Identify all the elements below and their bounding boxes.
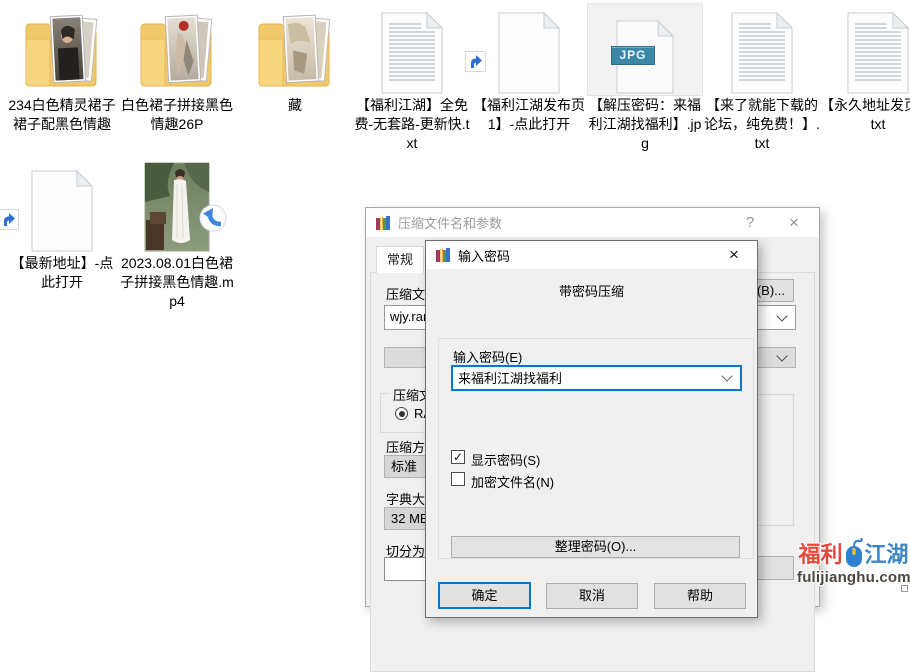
file-name: 白色裙子拼接黑色情趣26P bbox=[119, 96, 235, 134]
format-rar-radio[interactable] bbox=[395, 407, 408, 420]
corner-mark bbox=[901, 585, 908, 592]
dictionary-label: 字典大 bbox=[386, 489, 425, 508]
shortcut-arrow-icon bbox=[465, 51, 486, 72]
mouse-icon bbox=[844, 538, 864, 568]
archive-name-label: 压缩文 bbox=[386, 284, 425, 303]
text-page-icon bbox=[847, 12, 909, 94]
desktop-item-jpg[interactable]: JPG 【解压密码：来福利江湖找福利】.jpg bbox=[587, 6, 703, 153]
watermark-text-fuli: 福利 bbox=[798, 537, 842, 569]
chevron-down-icon[interactable] bbox=[776, 310, 787, 321]
password-dialog-titlebar[interactable]: 输入密码 × bbox=[426, 241, 757, 269]
organize-passwords-button[interactable]: 整理密码(O)... bbox=[451, 536, 740, 558]
close-icon[interactable]: × bbox=[777, 208, 811, 237]
shortcut-file-icon[interactable] bbox=[471, 6, 587, 94]
blank-page-icon bbox=[498, 12, 560, 94]
folder-icon[interactable] bbox=[119, 6, 235, 94]
ok-button[interactable]: 确定 bbox=[438, 582, 531, 609]
show-password-label[interactable]: 显示密码(S) bbox=[471, 450, 540, 469]
winrar-icon bbox=[375, 215, 391, 231]
method-label: 压缩方 bbox=[386, 437, 425, 456]
desktop-item-video[interactable]: 2023.08.01白色裙子拼接黑色情趣.mp4 bbox=[119, 160, 235, 311]
encrypt-names-label[interactable]: 加密文件名(N) bbox=[471, 472, 554, 491]
chevron-down-icon[interactable] bbox=[776, 350, 787, 361]
winrar-icon bbox=[435, 247, 451, 263]
method-value: 标准 bbox=[391, 459, 417, 474]
chevron-down-icon[interactable] bbox=[721, 370, 732, 381]
text-file-icon[interactable] bbox=[704, 6, 820, 94]
file-name: 【福利江湖】全免费-无套路-更新快.txt bbox=[354, 96, 470, 153]
blank-page-icon bbox=[31, 170, 93, 252]
file-name: 藏 bbox=[237, 96, 353, 115]
enter-password-label: 输入密码(E) bbox=[453, 347, 522, 366]
text-page-icon bbox=[381, 12, 443, 94]
password-value: 来福利江湖找福利 bbox=[458, 371, 562, 386]
jpg-badge: JPG bbox=[611, 46, 655, 65]
video-overlay-arrow-icon bbox=[199, 204, 227, 232]
text-file-icon[interactable] bbox=[820, 6, 910, 94]
cancel-button[interactable]: 取消 bbox=[546, 583, 638, 609]
desktop-item-folder-2[interactable]: 白色裙子拼接黑色情趣26P bbox=[119, 6, 235, 134]
dictionary-value: 32 MB bbox=[391, 511, 429, 526]
watermark-text-jianghu: 江湖 bbox=[865, 537, 909, 569]
desktop-item-txt-1[interactable]: 【福利江湖】全免费-无套路-更新快.txt bbox=[354, 6, 470, 153]
file-name: 【解压密码：来福利江湖找福利】.jpg bbox=[587, 96, 703, 153]
file-name: 【永久地址发页】.txt bbox=[820, 96, 910, 134]
help-button[interactable]: 帮助 bbox=[654, 583, 746, 609]
desktop-item-txt-3[interactable]: 【永久地址发页】.txt bbox=[820, 6, 910, 134]
desktop-item-shortcut-2[interactable]: 【最新地址】-点此打开 bbox=[4, 164, 120, 292]
folder-photo-icon bbox=[253, 10, 337, 94]
archive-dialog-title: 压缩文件名和参数 bbox=[398, 213, 502, 232]
file-name: 【来了就能下载的论坛，纯免费！】.txt bbox=[704, 96, 820, 153]
password-dialog: 输入密码 × 带密码压缩 输入密码(E) 来福利江湖找福利 ✓ 显示密码(S) … bbox=[425, 240, 758, 618]
jpg-file-icon[interactable]: JPG bbox=[587, 6, 703, 94]
help-button[interactable]: ? bbox=[733, 208, 767, 237]
desktop-item-folder-3[interactable]: 藏 bbox=[237, 6, 353, 115]
shortcut-file-icon[interactable] bbox=[4, 164, 120, 252]
watermark-url: fulijianghu.com bbox=[797, 569, 910, 586]
archive-name-value: wjy.rar bbox=[390, 309, 427, 324]
desktop-item-txt-2[interactable]: 【来了就能下载的论坛，纯免费！】.txt bbox=[704, 6, 820, 153]
password-dialog-title: 输入密码 bbox=[458, 246, 510, 265]
video-file-icon[interactable] bbox=[119, 160, 235, 252]
desktop-item-shortcut-1[interactable]: 【福利江湖发布页1】-点此打开 bbox=[471, 6, 587, 134]
file-name: 【福利江湖发布页1】-点此打开 bbox=[471, 96, 587, 134]
desktop-item-folder-1[interactable]: 234白色精灵裙子裙子配黑色情趣 bbox=[4, 6, 120, 134]
text-page-icon bbox=[731, 12, 793, 94]
archive-dialog-titlebar[interactable]: 压缩文件名和参数 ? × bbox=[366, 208, 819, 237]
folder-photo-icon bbox=[135, 10, 219, 94]
file-name: 【最新地址】-点此打开 bbox=[4, 254, 120, 292]
tab-general[interactable]: 常规 bbox=[376, 246, 424, 273]
encrypt-names-checkbox[interactable] bbox=[451, 472, 465, 486]
close-icon[interactable]: × bbox=[717, 241, 751, 269]
folder-photo-icon bbox=[20, 10, 104, 94]
password-dialog-header: 带密码压缩 bbox=[426, 281, 757, 300]
file-name: 234白色精灵裙子裙子配黑色情趣 bbox=[4, 96, 120, 134]
file-name: 2023.08.01白色裙子拼接黑色情趣.mp4 bbox=[119, 254, 235, 311]
password-combo[interactable]: 来福利江湖找福利 bbox=[451, 365, 742, 391]
site-watermark: 福利 江湖 fulijianghu.com bbox=[797, 537, 910, 586]
show-password-checkbox[interactable]: ✓ bbox=[451, 450, 465, 464]
folder-icon[interactable] bbox=[4, 6, 120, 94]
text-file-icon[interactable] bbox=[354, 6, 470, 94]
shortcut-arrow-icon bbox=[0, 209, 19, 230]
folder-icon[interactable] bbox=[237, 6, 353, 94]
